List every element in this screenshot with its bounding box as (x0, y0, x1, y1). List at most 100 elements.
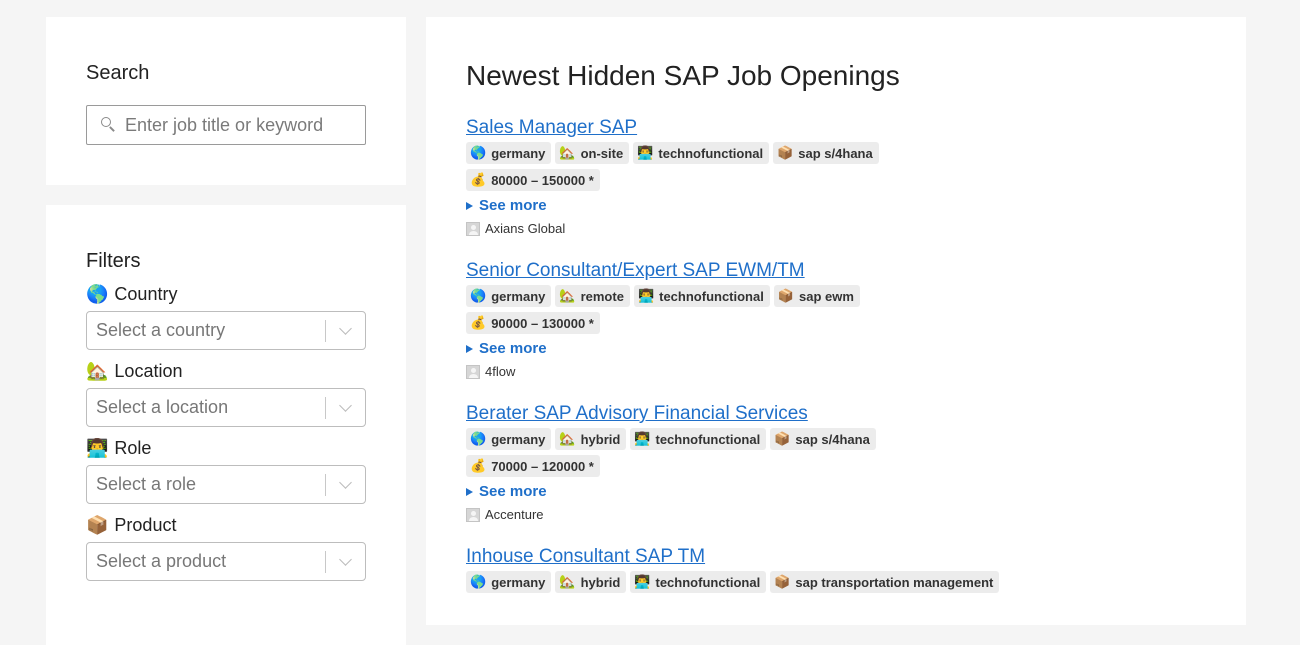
package-icon: 📦 (774, 431, 791, 446)
job-tags: 🌎 germany 🏡 hybrid 👨‍💻 technofunctional 📦 sa… (466, 428, 1206, 450)
job-listing: Berater SAP Advisory Financial Services … (466, 403, 1206, 522)
role-select[interactable]: Select a role (86, 465, 366, 504)
job-title-link[interactable]: Sales Manager SAP (466, 117, 637, 139)
page-title: Newest Hidden SAP Job Openings (466, 60, 900, 91)
role-tag: 👨‍💻 technofunctional (633, 285, 770, 307)
search-icon (99, 116, 117, 134)
chevron-down-icon[interactable] (326, 389, 365, 426)
globe-icon: 🌎 (470, 288, 487, 303)
company-name: Accenture (485, 507, 544, 522)
disclosure-triangle-icon (466, 202, 473, 210)
chevron-down-icon[interactable] (326, 312, 365, 349)
package-icon: 📦 (86, 515, 109, 535)
globe-icon: 🌎 (470, 145, 487, 160)
sidebar: Search Filters 🌎 Country Select a countr… (46, 17, 406, 645)
chevron-down-icon[interactable] (326, 543, 365, 580)
role-select-placeholder: Select a role (96, 474, 197, 494)
globe-icon: 🌎 (470, 431, 487, 446)
job-title-link[interactable]: Senior Consultant/Expert SAP EWM/TM (466, 260, 805, 282)
location-tag: 🏡 hybrid (555, 571, 627, 593)
role-tag: 👨‍💻 technofunctional (630, 571, 767, 593)
see-more-label: See more (479, 197, 547, 214)
country-tag: 🌎 germany (466, 571, 552, 593)
search-panel: Search (46, 17, 406, 185)
role-tag: 👨‍💻 technofunctional (630, 428, 767, 450)
filter-role: 👨‍💻 Role Select a role (86, 437, 366, 504)
search-input[interactable] (125, 114, 345, 136)
company-name: 4flow (485, 364, 516, 379)
technologist-icon: 👨‍💻 (86, 438, 109, 458)
company: 4flow (466, 364, 1206, 379)
company-name: Axians Global (485, 221, 566, 236)
search-title: Search (86, 62, 150, 84)
country-tag: 🌎 germany (466, 285, 552, 307)
job-tags: 🌎 germany 🏡 hybrid 👨‍💻 technofunctional 📦 sa… (466, 571, 1206, 593)
job-listing: Inhouse Consultant SAP TM 🌎 germany 🏡 hybr… (466, 546, 1206, 593)
disclosure-triangle-icon (466, 488, 473, 496)
house-icon: 🏡 (559, 574, 576, 589)
salary-tag: 💰 70000 – 120000 * (466, 455, 600, 477)
location-tag: 🏡 hybrid (555, 428, 627, 450)
money-bag-icon: 💰 (470, 172, 487, 187)
job-title-link[interactable]: Berater SAP Advisory Financial Services (466, 403, 808, 425)
product-select-placeholder: Select a product (96, 551, 227, 571)
filter-country: 🌎 Country Select a country (86, 283, 366, 350)
product-tag: 📦 sap transportation management (770, 571, 1000, 593)
company-avatar-icon (466, 507, 480, 522)
filter-location-label: Location (114, 361, 183, 381)
filter-country-label: Country (114, 284, 178, 304)
filters-panel: Filters 🌎 Country Select a country 🏡 Loc… (46, 205, 406, 645)
location-select[interactable]: Select a location (86, 388, 366, 427)
filter-product: 📦 Product Select a product (86, 514, 366, 581)
disclosure-triangle-icon (466, 345, 473, 353)
job-tags: 🌎 germany 🏡 on-site 👨‍💻 technofunctional 📦 s… (466, 142, 1206, 164)
country-tag: 🌎 germany (466, 428, 552, 450)
package-icon: 📦 (777, 288, 795, 303)
see-more-toggle[interactable]: See more (466, 481, 1206, 503)
company-avatar-icon (466, 364, 480, 379)
see-more-toggle[interactable]: See more (466, 338, 1206, 360)
money-bag-icon: 💰 (470, 458, 487, 473)
house-icon: 🏡 (559, 145, 576, 160)
country-select[interactable]: Select a country (86, 311, 366, 350)
see-more-label: See more (479, 483, 547, 500)
chevron-down-icon[interactable] (326, 466, 365, 503)
house-icon: 🏡 (559, 431, 576, 446)
product-tag: 📦 sap s/4hana (773, 142, 879, 164)
see-more-label: See more (479, 340, 547, 357)
technologist-icon: 👨‍💻 (634, 574, 651, 589)
company: Axians Global (466, 221, 1206, 236)
role-tag: 👨‍💻 technofunctional (633, 142, 770, 164)
salary-row: 💰 80000 – 150000 * (466, 169, 1206, 191)
filter-role-label: Role (114, 438, 152, 458)
job-listing: Sales Manager SAP 🌎 germany 🏡 on-site 👨‍💻 t… (466, 117, 1206, 236)
package-icon: 📦 (777, 145, 794, 160)
job-list-panel: Newest Hidden SAP Job Openings Sales Man… (426, 17, 1246, 625)
technologist-icon: 👨‍💻 (637, 288, 655, 303)
location-tag: 🏡 on-site (555, 142, 630, 164)
product-tag: 📦 sap ewm (773, 285, 860, 307)
job-listing: Senior Consultant/Expert SAP EWM/TM 🌎 ger… (466, 260, 1206, 379)
company-avatar-icon (466, 221, 480, 236)
package-icon: 📦 (774, 574, 791, 589)
product-select[interactable]: Select a product (86, 542, 366, 581)
filters-title: Filters (86, 250, 141, 272)
location-select-placeholder: Select a location (96, 397, 229, 417)
house-icon: 🏡 (86, 361, 109, 381)
globe-icon: 🌎 (86, 284, 109, 304)
product-tag: 📦 sap s/4hana (770, 428, 876, 450)
job-title-link[interactable]: Inhouse Consultant SAP TM (466, 546, 705, 568)
search-box[interactable] (86, 105, 366, 145)
filter-location: 🏡 Location Select a location (86, 360, 366, 427)
technologist-icon: 👨‍💻 (637, 145, 654, 160)
country-tag: 🌎 germany (466, 142, 552, 164)
money-bag-icon: 💰 (470, 315, 487, 330)
salary-row: 💰 90000 – 130000 * (466, 312, 1206, 334)
company: Accenture (466, 507, 1206, 522)
filter-product-label: Product (114, 515, 177, 535)
country-select-placeholder: Select a country (96, 320, 226, 340)
globe-icon: 🌎 (470, 574, 487, 589)
technologist-icon: 👨‍💻 (634, 431, 651, 446)
job-tags: 🌎 germany 🏡 remote 👨‍💻 technofunctional 📦 sa… (466, 285, 1206, 307)
see-more-toggle[interactable]: See more (466, 195, 1206, 217)
